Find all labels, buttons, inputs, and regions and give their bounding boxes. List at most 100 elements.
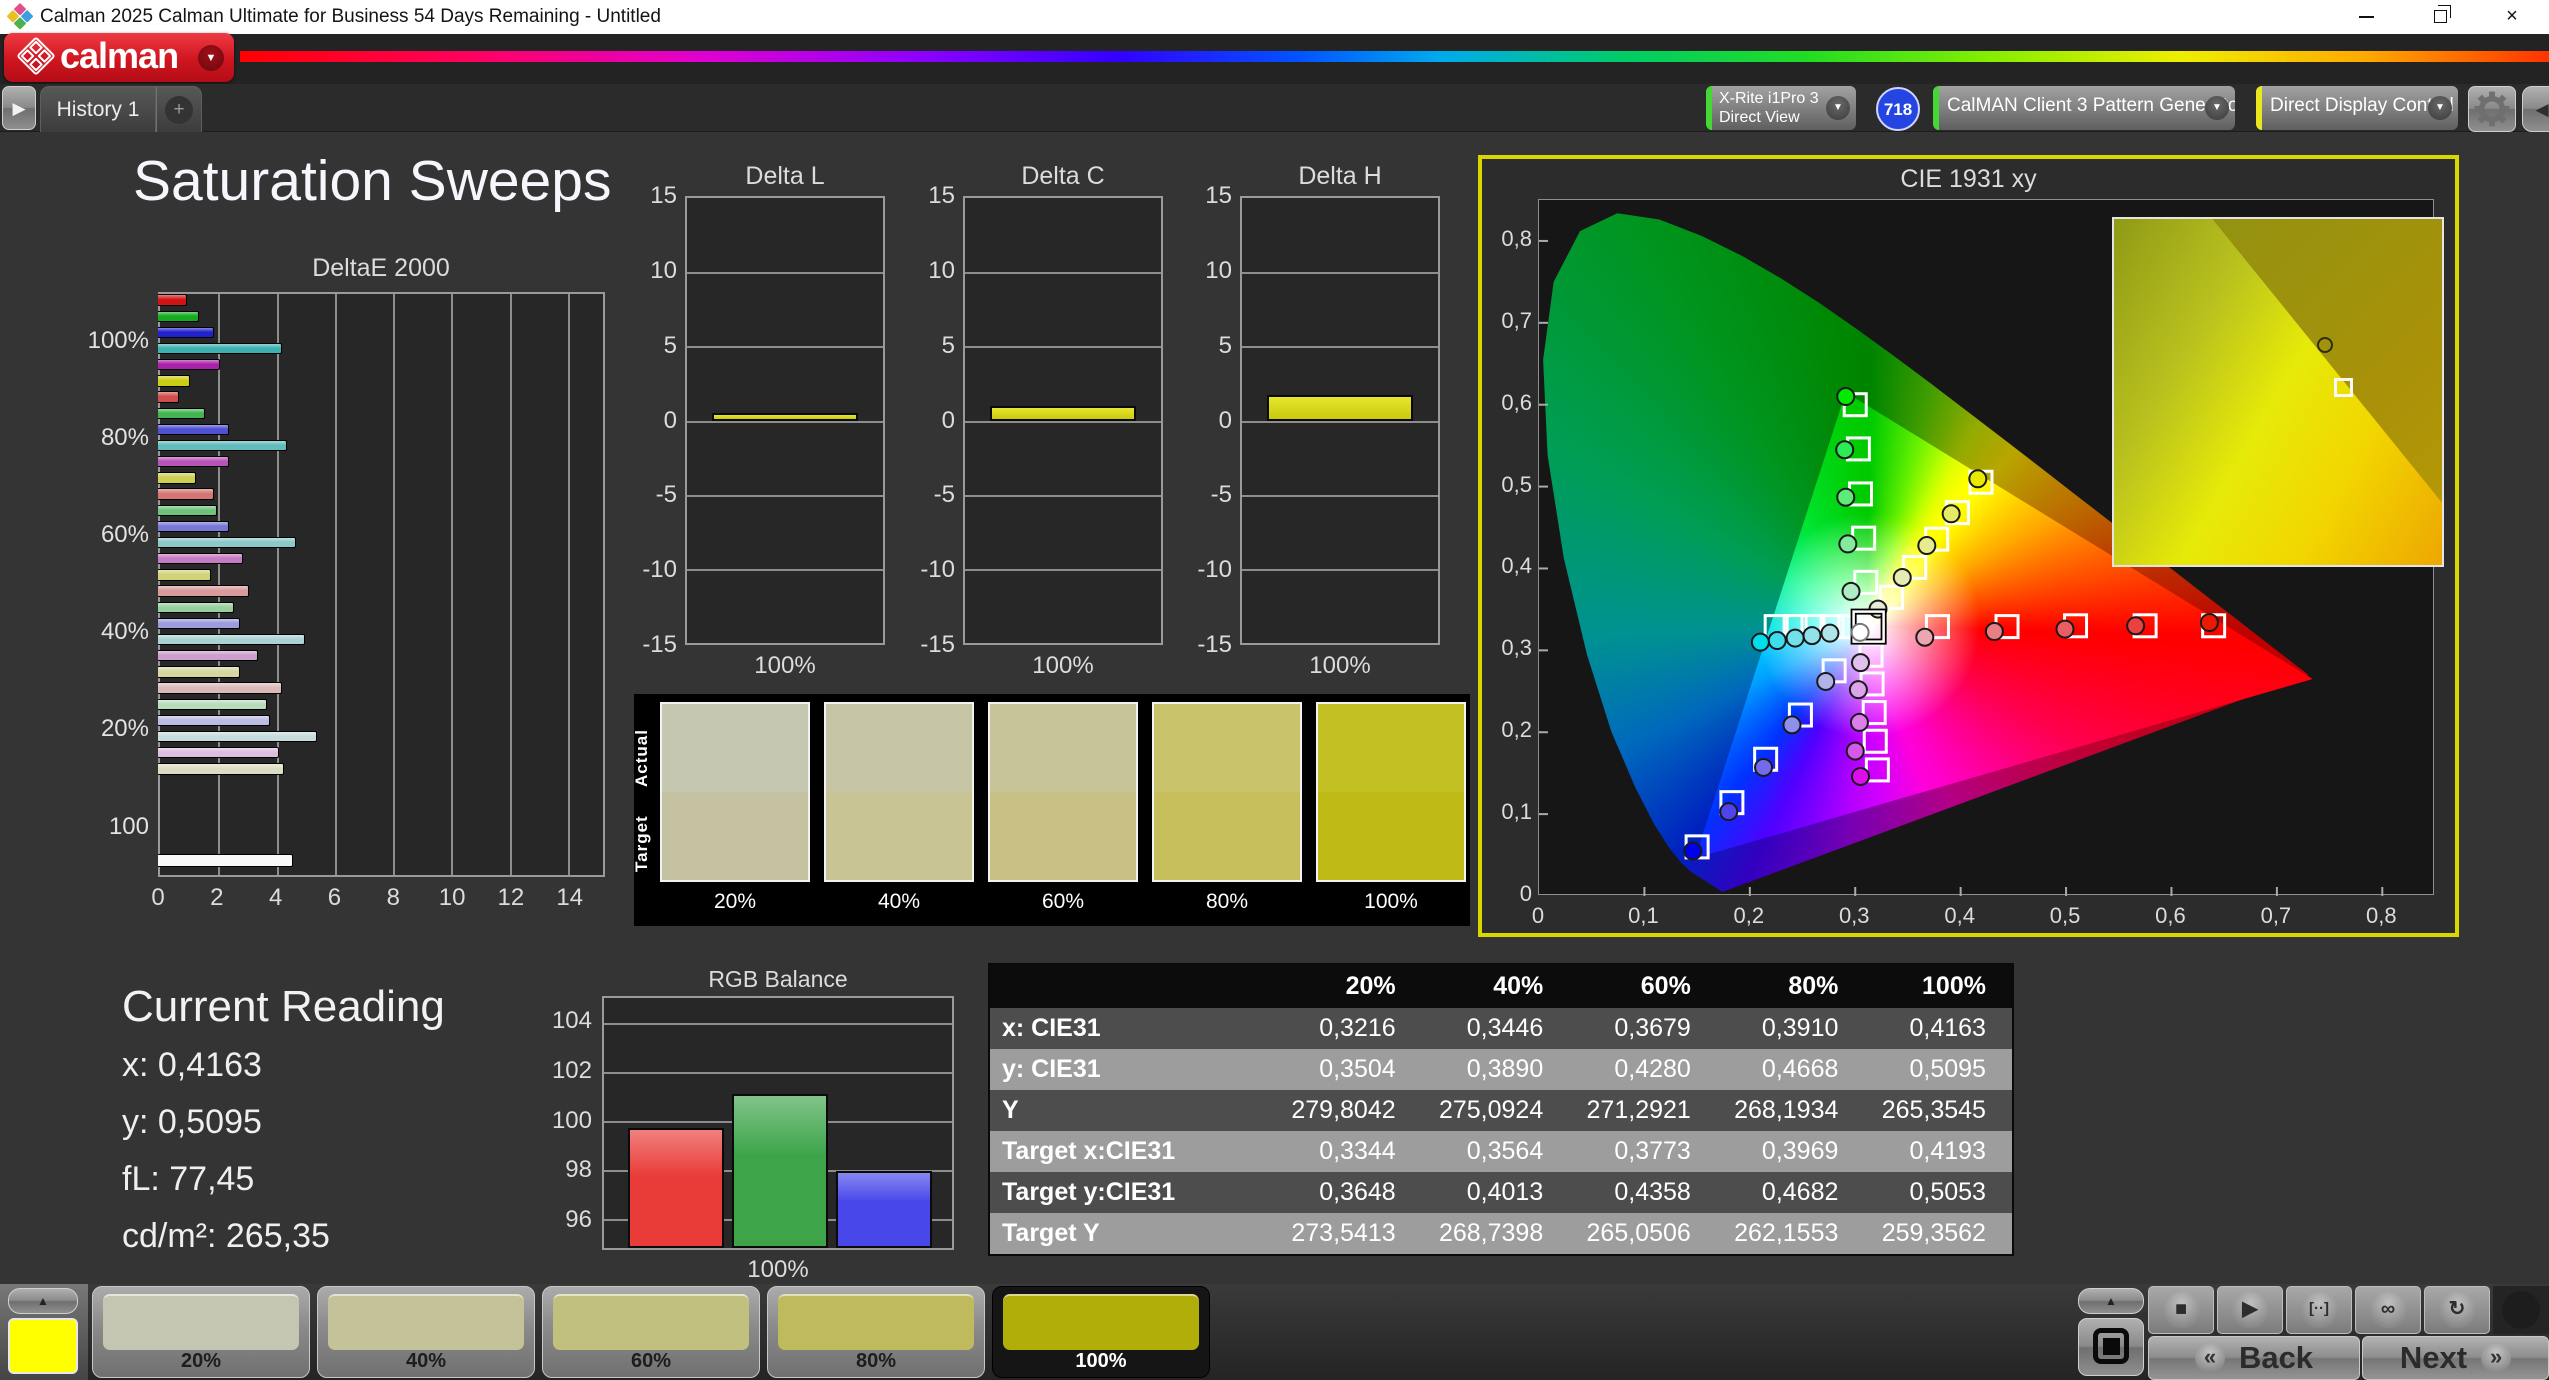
pattern-generator-dropdown[interactable]: CalMAN Client 3 Pattern Generator ▼ xyxy=(1933,86,2235,130)
app-icon xyxy=(6,2,34,31)
delta-x-label: 100% xyxy=(754,652,816,679)
pattern-button-80%[interactable]: 80% xyxy=(767,1286,985,1378)
next-button[interactable]: Next » xyxy=(2362,1336,2549,1380)
delta-gridline xyxy=(1242,420,1438,423)
refresh-button[interactable]: ↻ xyxy=(2424,1286,2490,1334)
back-arrow-icon: « xyxy=(2194,1343,2225,1373)
stop-button[interactable]: ■ xyxy=(2148,1286,2214,1334)
delta-chart-title: Delta L xyxy=(745,162,825,190)
table-row: x: CIE31 0,3216 0,3446 0,3679 0,3910 0,4163 xyxy=(990,1008,2012,1049)
cie-measured-point xyxy=(1683,841,1703,861)
deltae-group: 40% xyxy=(78,583,605,680)
cie-1931-panel[interactable]: CIE 1931 xy 0 0,1 0,2 0,3 0,4 0,5 0,6 0,7 0,8 0 0,… xyxy=(1478,155,2459,937)
cie-measured-point xyxy=(1750,632,1770,652)
step-button[interactable]: [··] xyxy=(2286,1286,2352,1334)
table-cell: 265,0506 xyxy=(1586,1219,1691,1247)
display-control-dropdown[interactable]: Direct Display Control ▼ xyxy=(2256,86,2458,130)
swatch-label: 60% xyxy=(1041,890,1085,913)
pattern-label: 60% xyxy=(630,1350,672,1372)
title-bar: Calman 2025 Calman Ultimate for Business… xyxy=(0,0,2549,34)
rgb-y-tick: 98 xyxy=(565,1156,592,1184)
window-pattern-button[interactable] xyxy=(2078,1318,2144,1376)
back-button[interactable]: « Back xyxy=(2148,1336,2360,1380)
close-button[interactable]: × xyxy=(2489,0,2535,34)
delta-gridline xyxy=(687,494,883,497)
pattern-button-60%[interactable]: 60% xyxy=(542,1286,760,1378)
cie-measured-point xyxy=(2126,616,2146,636)
swatch-target xyxy=(1318,792,1464,880)
table-header-cell: 60% xyxy=(1640,972,1691,1000)
table-cell: 0,3648 xyxy=(1319,1178,1396,1206)
display-status-accent xyxy=(2256,86,2262,130)
page-title: Saturation Sweeps xyxy=(133,149,612,213)
delta-y-tick: -15 xyxy=(920,631,955,658)
pattern-label: 40% xyxy=(405,1350,447,1372)
pattern-button-100%[interactable]: 100% xyxy=(992,1286,1210,1378)
restore-button[interactable] xyxy=(2417,0,2463,34)
table-header-cell: 80% xyxy=(1788,972,1839,1000)
delta-gridline xyxy=(687,568,883,571)
delta-value-bar xyxy=(1267,395,1413,421)
settings-button[interactable] xyxy=(2468,86,2516,132)
cie-y-tick: 0,3 xyxy=(1501,635,1532,661)
table-cell: 0,4163 xyxy=(1909,1014,1986,1042)
table-cell: 268,1934 xyxy=(1734,1096,1839,1124)
logo-menu-caret-icon[interactable]: ▼ xyxy=(198,45,224,71)
collapse-transport-button[interactable]: ▲ xyxy=(2078,1288,2144,1314)
next-label: Next xyxy=(2399,1340,2468,1375)
loop-button[interactable]: ∞ xyxy=(2355,1286,2421,1334)
add-tab-button[interactable]: + xyxy=(156,86,202,132)
inset-target-square xyxy=(2333,378,2353,398)
collapse-strip-button[interactable]: ▲ xyxy=(8,1288,78,1314)
cie-measured-point xyxy=(1892,567,1912,587)
rgb-bar-red xyxy=(628,1128,724,1248)
reading-cdm2: cd/m²: 265,35 xyxy=(122,1217,330,1255)
swatch-label: 20% xyxy=(713,890,757,913)
deltae-bar xyxy=(158,520,229,532)
table-cell: 0,3773 xyxy=(1614,1137,1691,1165)
table-row-label: Target x:CIE31 xyxy=(1002,1137,1176,1165)
saturation-swatch xyxy=(1152,702,1302,882)
deltae-bar xyxy=(158,456,229,468)
tab-history-1[interactable]: History 1 xyxy=(40,86,156,132)
minimize-button[interactable] xyxy=(2343,0,2389,34)
deltae-bar xyxy=(158,553,244,565)
spectrum-stripe xyxy=(240,51,2549,62)
deltae-x-tick: 10 xyxy=(438,884,466,911)
cie-inset-shade xyxy=(2212,219,2442,503)
cie-measured-point xyxy=(1849,712,1869,732)
cie-measured-point xyxy=(1836,487,1856,507)
pattern-button-40%[interactable]: 40% xyxy=(317,1286,535,1378)
table-cell: 0,4358 xyxy=(1614,1178,1691,1206)
delta-gridline xyxy=(687,346,883,349)
rgb-bar-blue xyxy=(836,1170,932,1248)
pattern-button-20%[interactable]: 20% xyxy=(92,1286,310,1378)
meter-mode: Direct View xyxy=(1719,109,1800,126)
pattern-label: 20% xyxy=(180,1350,222,1372)
swatch-actual xyxy=(990,704,1136,792)
meter-name: X-Rite i1Pro 3 xyxy=(1719,90,1819,107)
delta-y-tick: 15 xyxy=(1205,182,1232,209)
cie-measured-point xyxy=(1802,626,1822,646)
meter-dropdown[interactable]: X-Rite i1Pro 3 Direct View ▼ xyxy=(1706,86,1856,130)
deltae-bar xyxy=(158,747,279,759)
collapse-panel-button[interactable]: ◀ xyxy=(2522,86,2549,132)
deltae-bar xyxy=(158,682,282,694)
tab-bar: ▶ History 1 + X-Rite i1Pro 3 Direct View… xyxy=(0,84,2549,132)
play-button[interactable]: ▶ xyxy=(2217,1286,2283,1334)
calman-logo-button[interactable]: calman ▼ xyxy=(4,33,234,82)
cie-measured-point xyxy=(2199,613,2219,633)
tab-scroll-button[interactable]: ▶ xyxy=(2,86,36,130)
saturation-swatch xyxy=(988,702,1138,882)
chevron-down-icon: ▼ xyxy=(1826,96,1850,120)
table-cell: 279,8042 xyxy=(1291,1096,1396,1124)
bottom-bar: ▲ 20% 40% 60% 80% 100% ▲ ■ ▶ [··] ∞ ↻ « Back Nex… xyxy=(0,1284,2549,1380)
saturation-swatch xyxy=(1316,702,1466,882)
table-row-label: Target Y xyxy=(1002,1219,1100,1247)
minimize-icon xyxy=(2358,16,2374,18)
table-row: Y 279,8042 275,0924 271,2921 268,1934 265,354… xyxy=(990,1090,2012,1131)
delta-y-tick: -5 xyxy=(933,481,955,509)
delta-chart-plot xyxy=(1240,196,1440,645)
swatch-target xyxy=(662,792,808,880)
deltae-bar xyxy=(158,310,200,322)
